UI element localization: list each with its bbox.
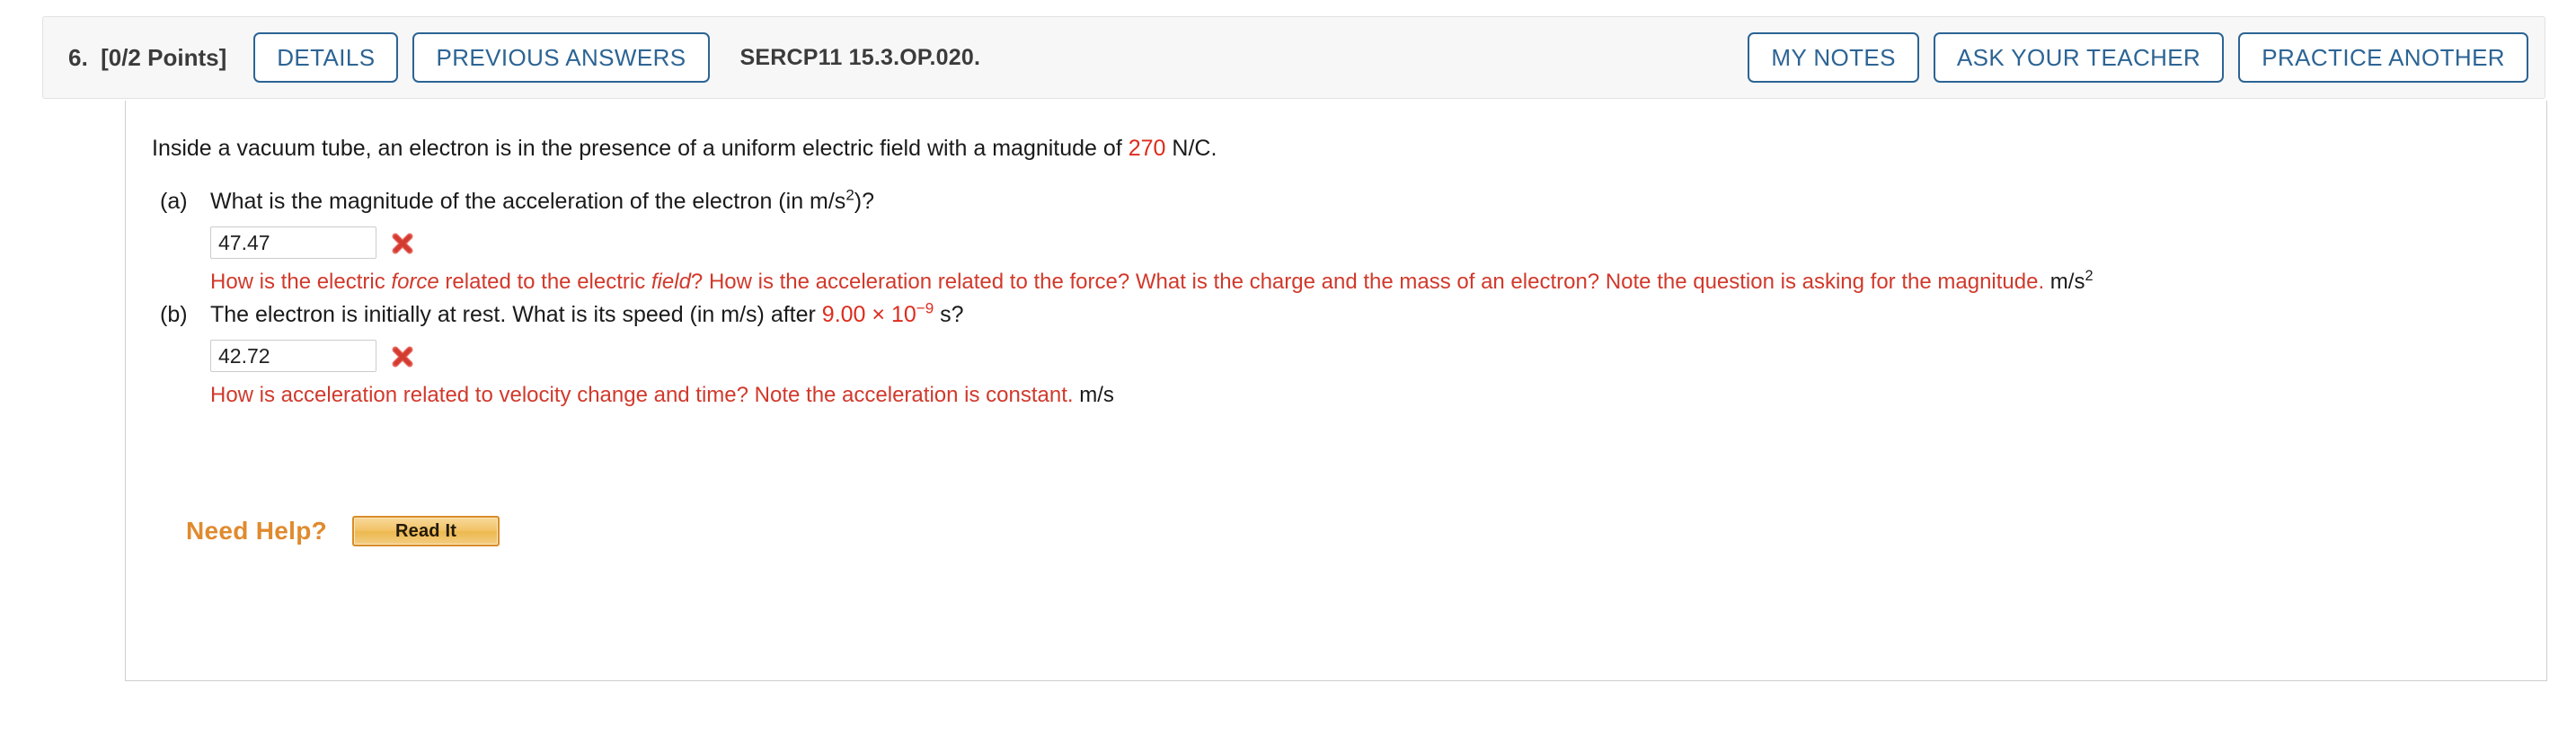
part-a-label: (a)	[160, 189, 188, 214]
previous-answers-button[interactable]: PREVIOUS ANSWERS	[412, 32, 710, 83]
part-a-feedback-italic-force: force	[391, 270, 439, 294]
part-a-feedback-text-1: How is the electric	[210, 270, 392, 294]
incorrect-x-icon	[389, 230, 416, 257]
part-b-answer-input[interactable]	[210, 340, 376, 372]
part-b-question-text-2: s?	[934, 302, 964, 327]
part-b-question-text-1: The electron is initially at rest. What …	[210, 302, 822, 327]
part-a-answer-input[interactable]	[210, 226, 376, 259]
part-a-unit: m/s2	[2049, 268, 2094, 294]
part-b-unit: m/s	[1079, 383, 1114, 407]
part-b-feedback-text-1: How is acceleration related to velocity …	[210, 383, 1074, 407]
part-a-answer-row	[210, 226, 416, 259]
part-b-field-time: 9.00 × 10−9	[821, 299, 934, 327]
stem-text-before: Inside a vacuum tube, an electron is in …	[152, 136, 1129, 161]
part-a-feedback-text-3: ? How is the acceleration related to the…	[690, 270, 2045, 294]
part-b-value-exponent: −9	[916, 299, 934, 317]
need-help-label: Need Help?	[186, 517, 328, 545]
practice-another-button[interactable]: PRACTICE ANOTHER	[2238, 32, 2528, 83]
my-notes-button[interactable]: MY NOTES	[1748, 32, 1919, 83]
question-number: 6.	[68, 43, 89, 71]
part-a-feedback: How is the electric force related to the…	[210, 268, 2546, 297]
details-button[interactable]: DETAILS	[253, 32, 399, 83]
part-a-feedback-italic-field: field	[651, 270, 691, 294]
part-a-unit-text: m/s	[2049, 270, 2085, 294]
part-b-label: (b)	[160, 302, 188, 327]
problem-code: SERCP11 15.3.OP.020.	[739, 44, 981, 70]
question-stem: Inside a vacuum tube, an electron is in …	[152, 134, 1217, 164]
question-page: 6. [0/2 Points] DETAILS PREVIOUS ANSWERS…	[0, 0, 2576, 745]
part-a-question: What is the magnitude of the acceleratio…	[210, 186, 875, 215]
stem-text-after: N/C.	[1165, 136, 1217, 161]
part-a-question-text-2: )?	[854, 189, 875, 214]
read-it-button[interactable]: Read It	[352, 516, 500, 546]
part-b-value-mantissa: 9.00 × 10	[821, 302, 916, 327]
incorrect-x-icon	[389, 343, 416, 370]
question-body: Inside a vacuum tube, an electron is in …	[125, 101, 2547, 681]
ask-your-teacher-button[interactable]: ASK YOUR TEACHER	[1933, 32, 2225, 83]
part-b-question: The electron is initially at rest. What …	[210, 299, 964, 328]
points-badge: [0/2 Points]	[101, 43, 227, 71]
stem-field-magnitude: 270	[1128, 136, 1166, 161]
part-b-answer-row	[210, 340, 416, 372]
part-a-unit-exponent: 2	[2085, 268, 2094, 284]
part-a-question-exponent: 2	[845, 186, 854, 204]
part-a-feedback-text-2: related to the electric	[438, 270, 651, 294]
question-header: 6. [0/2 Points] DETAILS PREVIOUS ANSWERS…	[42, 16, 2545, 99]
part-b-feedback: How is acceleration related to velocity …	[210, 381, 2546, 410]
part-a-question-text-1: What is the magnitude of the acceleratio…	[210, 189, 846, 214]
need-help-section: Need Help? Read It	[186, 516, 500, 546]
